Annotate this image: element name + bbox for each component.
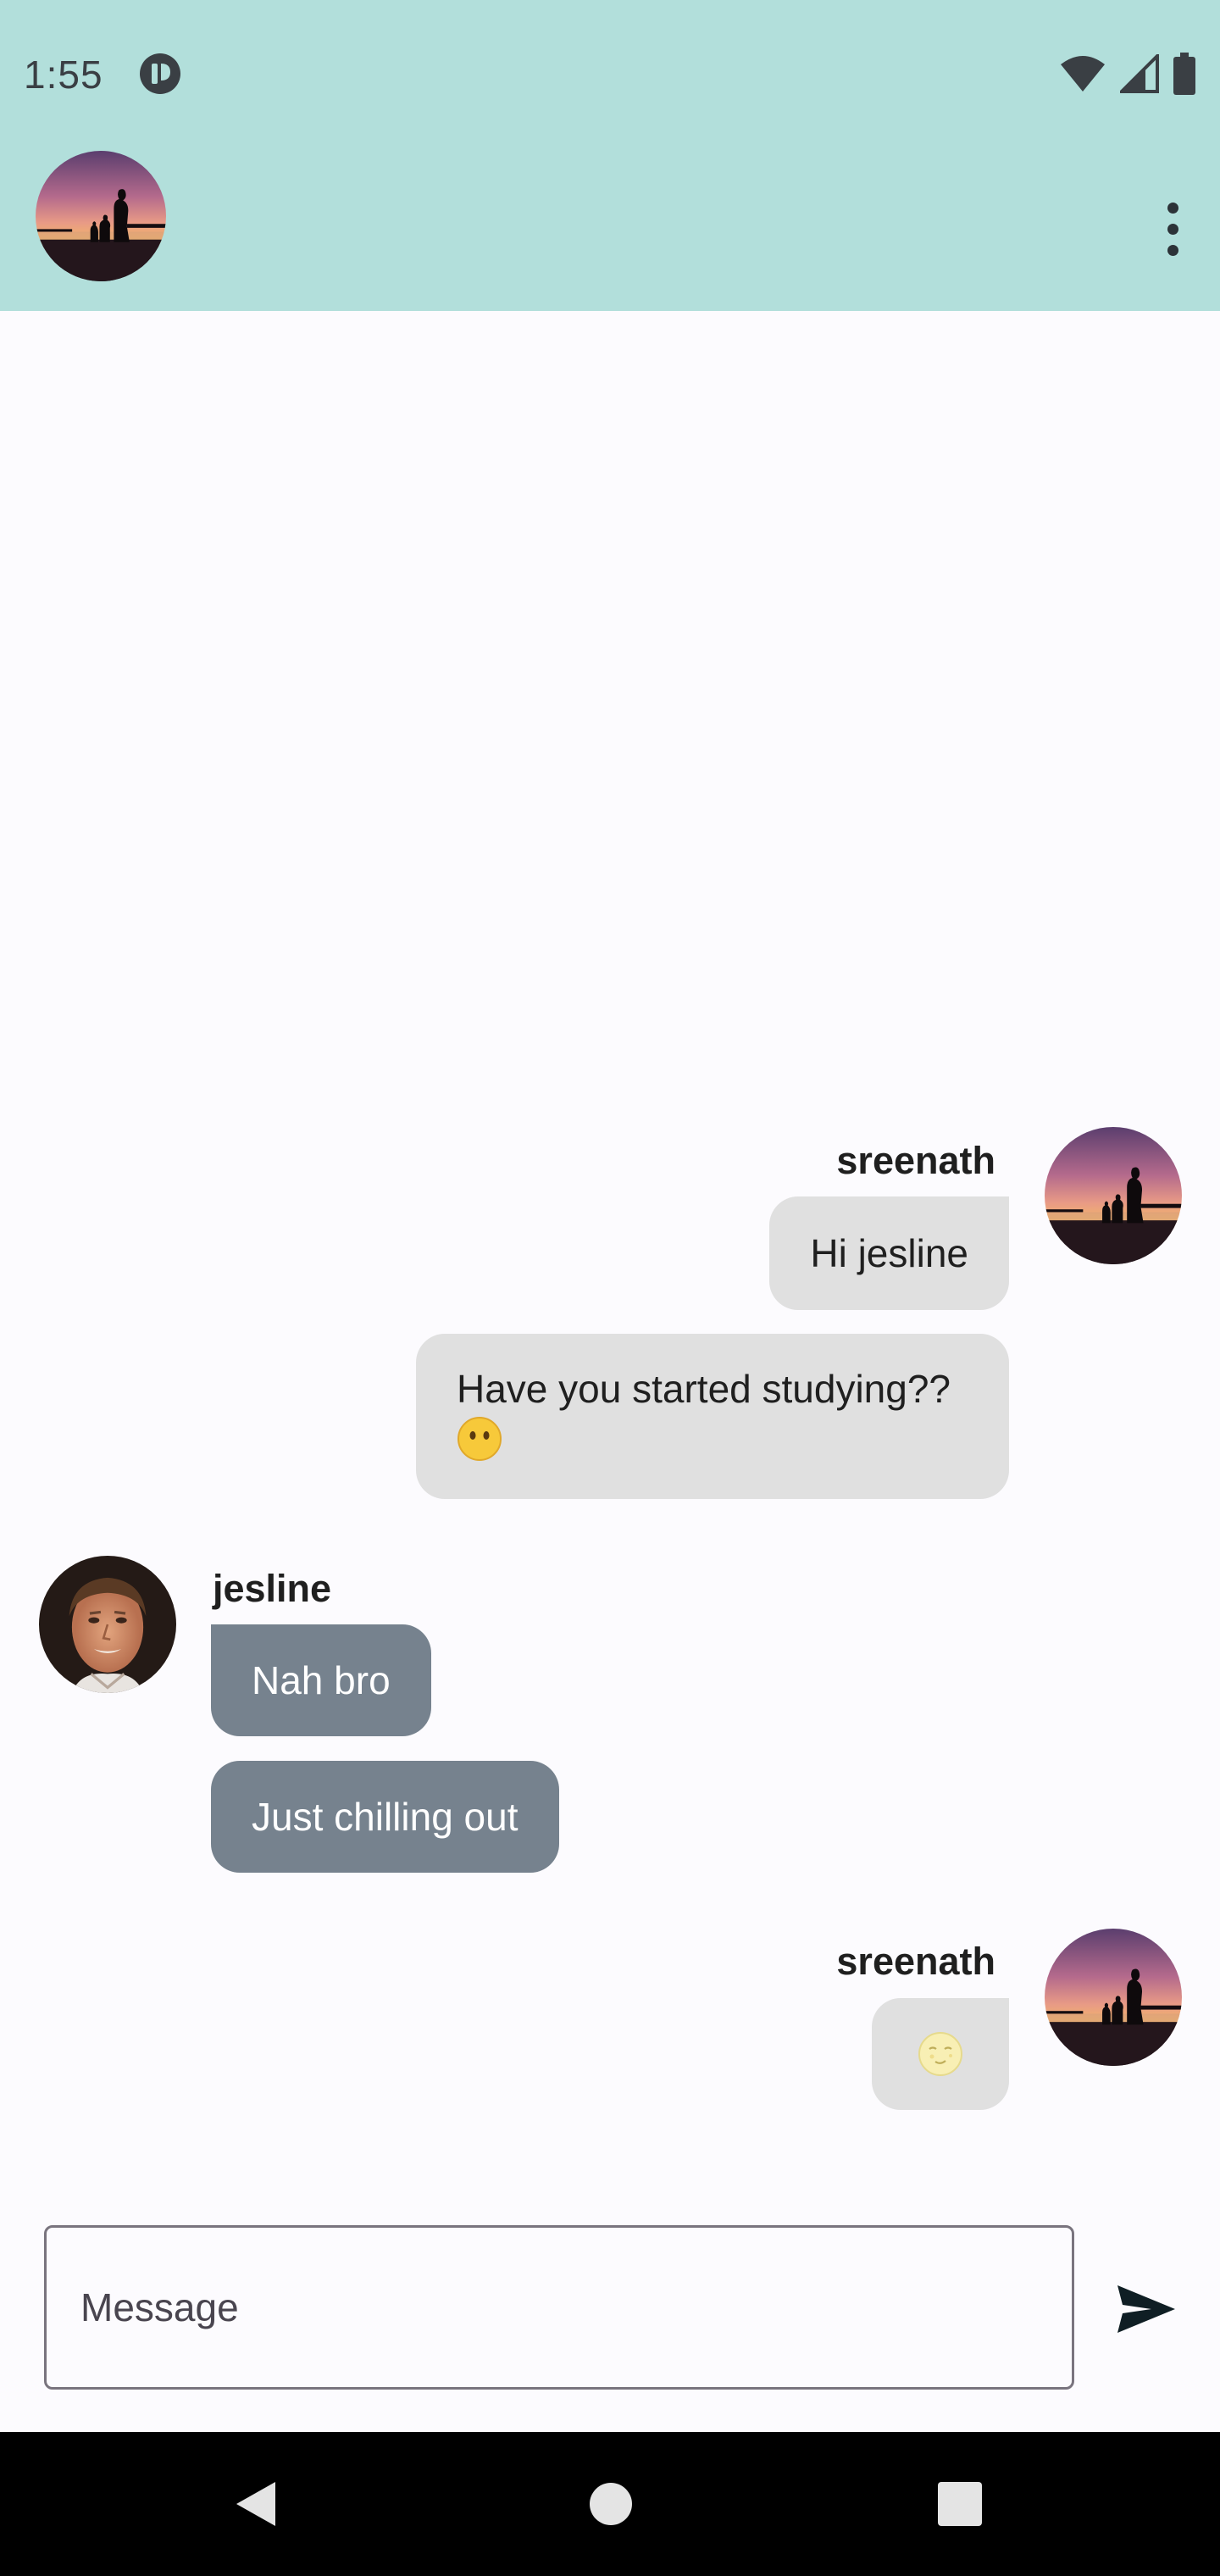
sender-name: sreenath (836, 1139, 995, 1182)
sreenath-avatar[interactable] (1045, 1929, 1182, 2066)
message-bubble[interactable]: Nah bro (211, 1624, 431, 1736)
moon-face-emoji (918, 2032, 962, 2076)
sender-name: jesline (213, 1567, 332, 1610)
portrait-photo-icon (39, 1556, 176, 1693)
sunset-photo-icon (36, 151, 166, 281)
message-bubble[interactable]: Just chilling out (211, 1761, 559, 1873)
top-app-bar: 1:55 (0, 0, 1220, 311)
send-icon (1117, 2285, 1175, 2333)
wifi-icon (1061, 56, 1105, 92)
status-time: 1:55 (24, 53, 103, 97)
nav-home-button[interactable] (573, 2466, 649, 2542)
system-nav-bar (0, 2432, 1220, 2576)
profile-avatar[interactable] (36, 151, 166, 281)
cell-signal-icon (1120, 54, 1159, 93)
message-text: Hi jesline (810, 1231, 968, 1275)
home-icon (590, 2483, 632, 2525)
message-text: Just chilling out (252, 1795, 518, 1839)
jesline-avatar[interactable] (39, 1556, 176, 1693)
app-notification-icon (140, 53, 180, 94)
message-text: Nah bro (252, 1658, 391, 1702)
message-text: Have you started studying?? (457, 1363, 968, 1468)
recents-icon (938, 2482, 982, 2526)
back-icon (236, 2482, 275, 2526)
message-bubble[interactable] (872, 1998, 1009, 2110)
more-vert-icon[interactable] (1151, 188, 1195, 269)
neutral-face-emoji (458, 1417, 502, 1461)
nav-recents-button[interactable] (922, 2466, 998, 2542)
message-bubble[interactable]: Have you started studying?? (416, 1334, 1009, 1499)
send-button[interactable] (1108, 2271, 1184, 2347)
message-input[interactable] (44, 2225, 1074, 2390)
sreenath-avatar[interactable] (1045, 1127, 1182, 1264)
sunset-photo-icon (1045, 1929, 1182, 2066)
status-icons (1059, 51, 1196, 97)
nav-back-button[interactable] (217, 2466, 293, 2542)
message-bubble[interactable]: Hi jesline (769, 1196, 1009, 1310)
battery-icon (1173, 53, 1195, 95)
sender-name: sreenath (836, 1940, 995, 1983)
sunset-photo-icon (1045, 1127, 1182, 1264)
